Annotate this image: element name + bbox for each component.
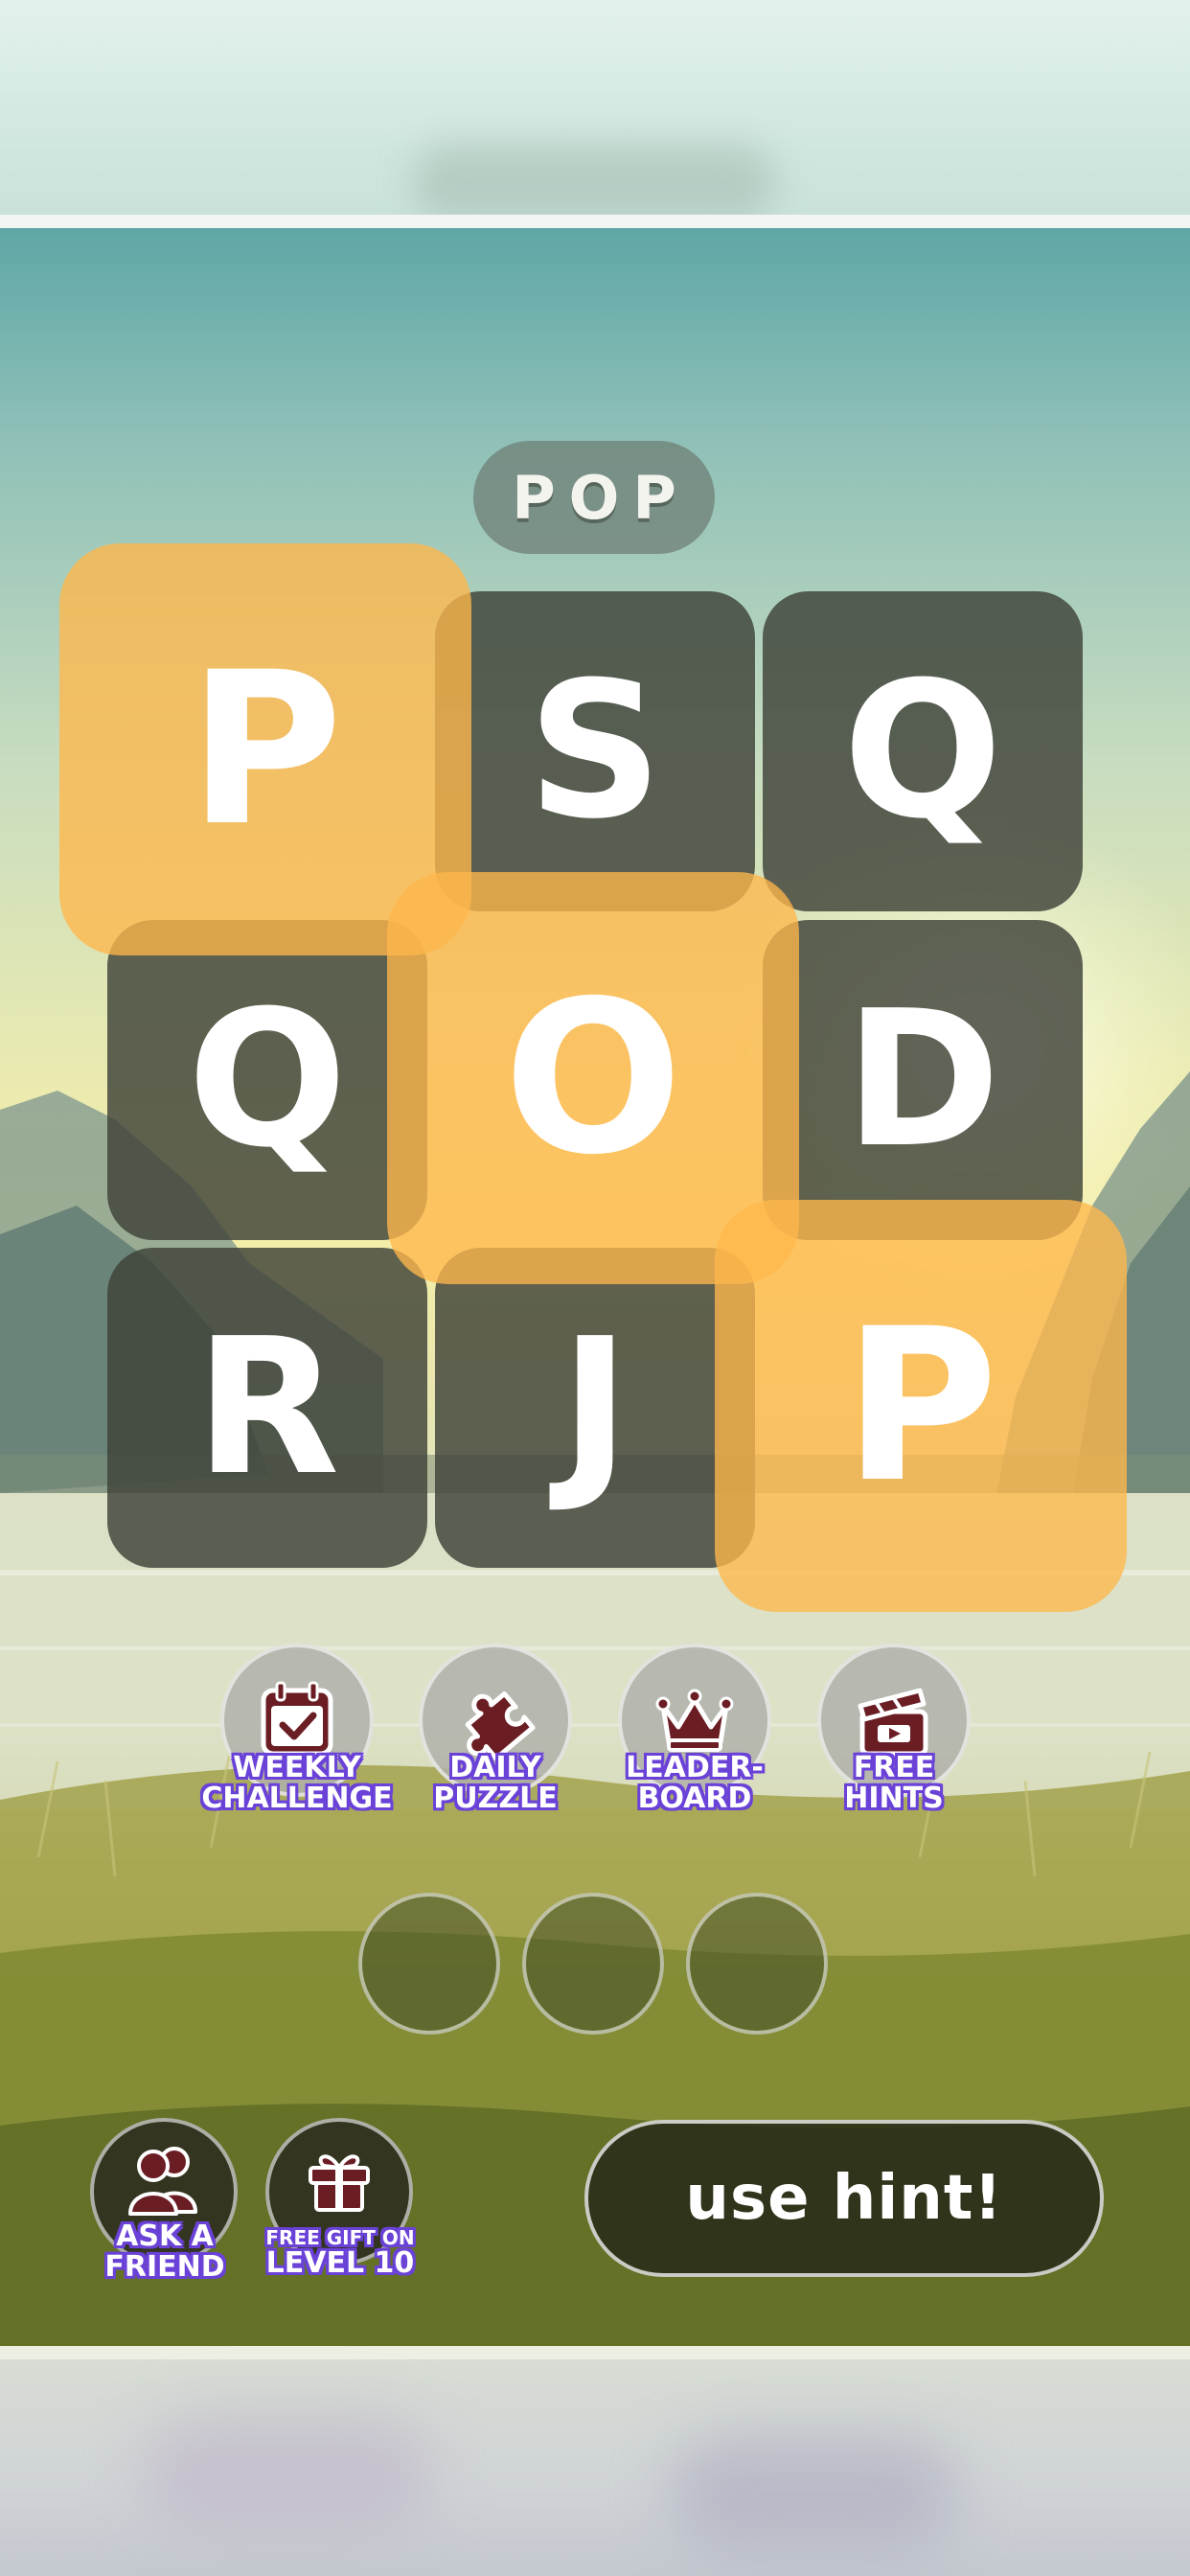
weekly-challenge-button[interactable]: WEEKLY CHALLENGE [201,1644,393,1826]
weekly-challenge-label: WEEKLY CHALLENGE [201,1751,393,1815]
free-gift-button[interactable]: FREE GIFT ON LEVEL 10 [263,2118,417,2281]
bottom-divider [0,2346,1190,2359]
letter-tile[interactable]: J [435,1248,755,1568]
target-word: POP [473,441,715,554]
top-divider [0,215,1190,228]
letter-tile[interactable]: Q [763,591,1083,911]
game-screen: POP S Q Q D R J P O P WEEKLY CHALLENGE D… [0,0,1190,2576]
daily-puzzle-label: DAILY PUZZLE [433,1751,558,1815]
blurred-shape [144,2417,431,2532]
letter-tile[interactable]: Q [107,920,427,1240]
ask-a-friend-button[interactable]: ASK A FRIEND [88,2118,241,2283]
leaderboard-label: LEADER- BOARD [626,1751,764,1815]
bottom-blurred-area [0,2359,1190,2576]
blurred-shape [671,2436,958,2551]
answer-slot [522,1893,664,2035]
free-gift-label: FREE GIFT ON LEVEL 10 [235,2227,446,2279]
answer-slot [686,1893,828,2035]
use-hint-button[interactable]: use hint! [584,2120,1104,2277]
letter-tile[interactable]: S [435,591,755,911]
blurred-shape [412,144,776,220]
people-icon [128,2147,197,2216]
free-hints-label: FREE HINTS [844,1751,944,1815]
letter-tile[interactable]: R [107,1248,427,1568]
gift-icon [309,2154,370,2212]
leaderboard-button[interactable]: LEADER- BOARD [608,1644,781,1826]
letter-tile-selected[interactable]: P [715,1200,1127,1612]
top-blurred-area [0,0,1190,220]
free-hints-button[interactable]: FREE HINTS [808,1644,980,1826]
daily-puzzle-button[interactable]: DAILY PUZZLE [409,1644,582,1826]
free-gift-line2: LEVEL 10 [265,2246,415,2280]
free-gift-line1: FREE GIFT ON [265,2226,415,2249]
answer-slot [358,1893,500,2035]
letter-tile[interactable]: D [763,920,1083,1240]
